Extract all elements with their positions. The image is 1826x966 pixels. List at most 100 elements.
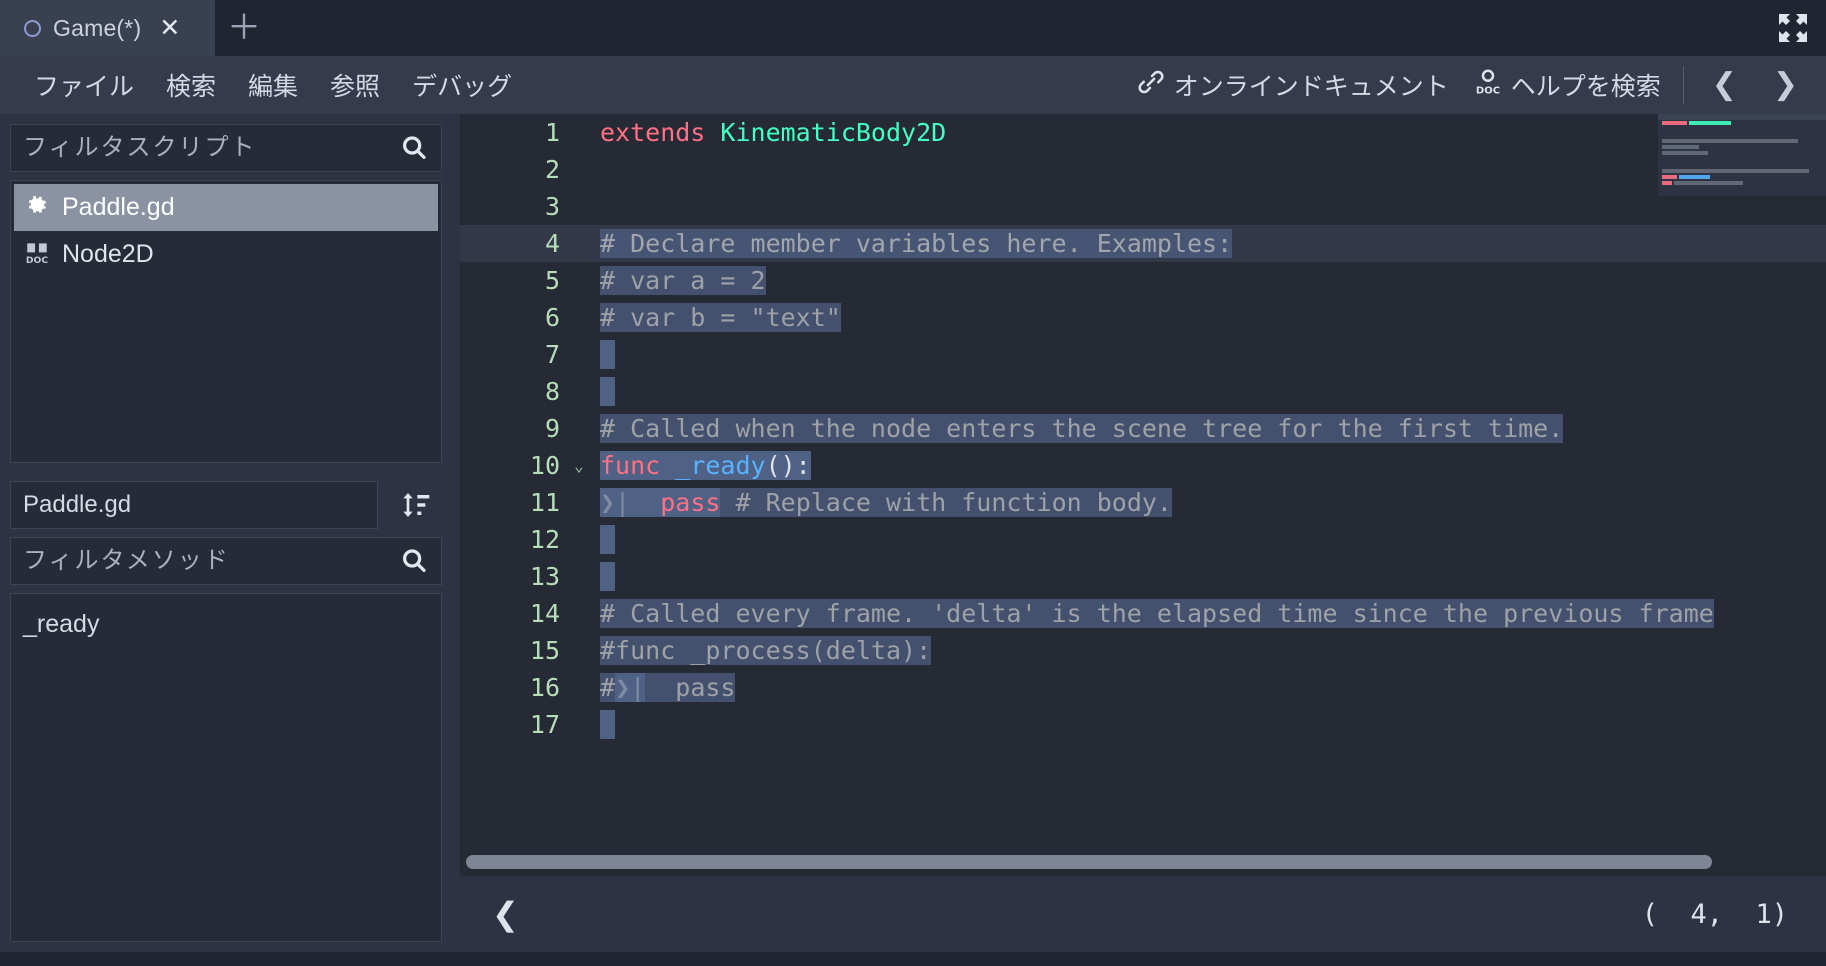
code-line[interactable]: 14 # Called every frame. 'delta' is the e… — [460, 595, 1826, 632]
filter-scripts-input[interactable] — [23, 134, 399, 162]
horizontal-scrollbar[interactable] — [460, 848, 1826, 876]
code-lines[interactable]: 1 extends KinematicBody2D 2 3 4 # Declare mem… — [460, 114, 1826, 848]
code-token — [600, 562, 616, 591]
filter-methods-box[interactable] — [10, 537, 442, 585]
code-token: # Replace with function body. — [720, 488, 1172, 517]
nav-next-button[interactable]: ❯ — [1755, 68, 1816, 102]
menu-edit[interactable]: 編集 — [232, 61, 314, 109]
code-line[interactable]: 5 # var a = 2 — [460, 262, 1826, 299]
chevron-down-icon[interactable]: ⌄ — [568, 447, 590, 484]
filter-scripts-box[interactable] — [10, 124, 442, 172]
code-line[interactable]: 10 ⌄ func _ready(): — [460, 447, 1826, 484]
line-number: 1 — [544, 118, 560, 147]
code-token — [600, 710, 616, 739]
code-token: ❯| — [600, 488, 631, 517]
online-docs-button[interactable]: オンラインドキュメント — [1124, 61, 1461, 110]
code-token: # var a = 2 — [600, 266, 766, 295]
code-text: ❯| pass # Replace with function body. — [590, 484, 1826, 521]
menu-debug[interactable]: デバッグ — [396, 61, 528, 109]
tab-bar-spacer — [273, 0, 1760, 56]
sort-icon[interactable] — [390, 481, 442, 529]
code-token: # — [600, 673, 616, 702]
code-line[interactable]: 17 — [460, 706, 1826, 743]
tab-bar: Game(*) ✕ ＋ — [0, 0, 1826, 56]
code-viewport[interactable]: 1 extends KinematicBody2D 2 3 4 # Declare mem… — [460, 114, 1826, 848]
search-icon — [399, 133, 429, 163]
line-number: 17 — [529, 710, 560, 739]
code-line[interactable]: 2 — [460, 151, 1826, 188]
tab-label: Game(*) — [53, 14, 142, 41]
code-text: # var a = 2 — [590, 262, 1826, 299]
code-line[interactable]: 8 — [460, 373, 1826, 410]
code-line[interactable]: 7 — [460, 336, 1826, 373]
code-token: #func _process(delta): — [600, 636, 932, 665]
menu-search[interactable]: 検索 — [150, 61, 232, 109]
line-number: 8 — [544, 377, 560, 406]
cursor-position-label: ( 4, 1) — [1641, 898, 1788, 930]
line-number: 9 — [544, 414, 560, 443]
search-help-button[interactable]: DOC ヘルプを検索 — [1461, 61, 1673, 110]
code-text: # Called when the node enters the scene … — [590, 410, 1826, 447]
code-line[interactable]: 6 # var b = "text" — [460, 299, 1826, 336]
script-item-node2d[interactable]: DOC Node2D — [14, 231, 438, 278]
code-text: extends KinematicBody2D — [590, 114, 1826, 151]
scrollbar-thumb[interactable] — [466, 855, 1712, 869]
code-token — [600, 340, 616, 369]
code-token: _ready — [675, 451, 766, 480]
code-token — [630, 488, 661, 517]
nav-prev-button[interactable]: ❮ — [1694, 68, 1755, 102]
line-number: 7 — [544, 340, 560, 369]
line-number: 13 — [529, 562, 560, 591]
menu-goto[interactable]: 参照 — [314, 61, 396, 109]
status-back-button[interactable]: ❮ — [478, 898, 533, 930]
line-number: 14 — [529, 599, 560, 628]
code-token: ❯| — [615, 673, 646, 702]
method-item-ready[interactable]: _ready — [23, 602, 429, 646]
tab-game[interactable]: Game(*) ✕ — [0, 0, 215, 56]
line-number: 2 — [544, 155, 560, 184]
script-panel: Paddle.gd DOC Node2D Paddle.gd — [0, 114, 452, 952]
code-token: func — [600, 451, 676, 480]
code-editor: 1 extends KinematicBody2D 2 3 4 # Declare mem… — [460, 114, 1826, 876]
code-token: # Declare member variables here. Example… — [600, 229, 1233, 258]
filter-methods-input[interactable] — [23, 547, 399, 575]
code-token: # Called when the node enters the scene … — [600, 414, 1564, 443]
line-number: 4 — [544, 229, 560, 258]
plus-icon[interactable]: ＋ — [215, 0, 273, 56]
code-text: # var b = "text" — [590, 299, 1826, 336]
code-text: func _ready(): — [590, 447, 1826, 484]
code-text: # Called every frame. 'delta' is the ela… — [590, 595, 1826, 632]
script-item-paddle[interactable]: Paddle.gd — [14, 184, 438, 231]
code-line[interactable]: 1 extends KinematicBody2D — [460, 114, 1826, 151]
script-editor-window: Game(*) ✕ ＋ ファイル 検索 編集 参照 デバッグ オンラインドキュメ… — [0, 0, 1826, 966]
line-number: 6 — [544, 303, 560, 332]
code-line[interactable]: 13 — [460, 558, 1826, 595]
code-token: # Called every frame. 'delta' is the ela… — [600, 599, 1714, 628]
script-list: Paddle.gd DOC Node2D — [10, 180, 442, 463]
line-number: 5 — [544, 266, 560, 295]
menu-file[interactable]: ファイル — [18, 61, 150, 109]
code-line[interactable]: 11 ❯| pass # Replace with function body. — [460, 484, 1826, 521]
code-token: pass — [645, 673, 736, 702]
method-list: _ready — [10, 593, 442, 942]
code-line[interactable]: 4 # Declare member variables here. Exampl… — [460, 225, 1826, 262]
menu-bar: ファイル 検索 編集 参照 デバッグ オンラインドキュメント DOC ヘルプを検… — [0, 56, 1826, 114]
code-token: pass — [660, 488, 721, 517]
code-line[interactable]: 3 — [460, 188, 1826, 225]
code-token: # var b = "text" — [600, 303, 841, 332]
script-path-field[interactable]: Paddle.gd — [10, 481, 378, 529]
script-path-row: Paddle.gd — [10, 481, 442, 529]
fullscreen-icon[interactable] — [1760, 0, 1826, 56]
script-item-label: Paddle.gd — [62, 193, 175, 221]
code-line[interactable]: 12 — [460, 521, 1826, 558]
code-text: #func _process(delta): — [590, 632, 1826, 669]
code-token — [600, 525, 616, 554]
code-line[interactable]: 16 #❯| pass — [460, 669, 1826, 706]
scrollbar-track[interactable] — [466, 855, 1820, 869]
code-line[interactable]: 9 # Called when the node enters the scene… — [460, 410, 1826, 447]
code-token: (): — [765, 451, 811, 480]
code-line[interactable]: 15 #func _process(delta): — [460, 632, 1826, 669]
code-editor-area: 1 extends KinematicBody2D 2 3 4 # Declare mem… — [452, 114, 1826, 952]
line-number: 15 — [529, 636, 560, 665]
close-icon[interactable]: ✕ — [159, 15, 180, 41]
